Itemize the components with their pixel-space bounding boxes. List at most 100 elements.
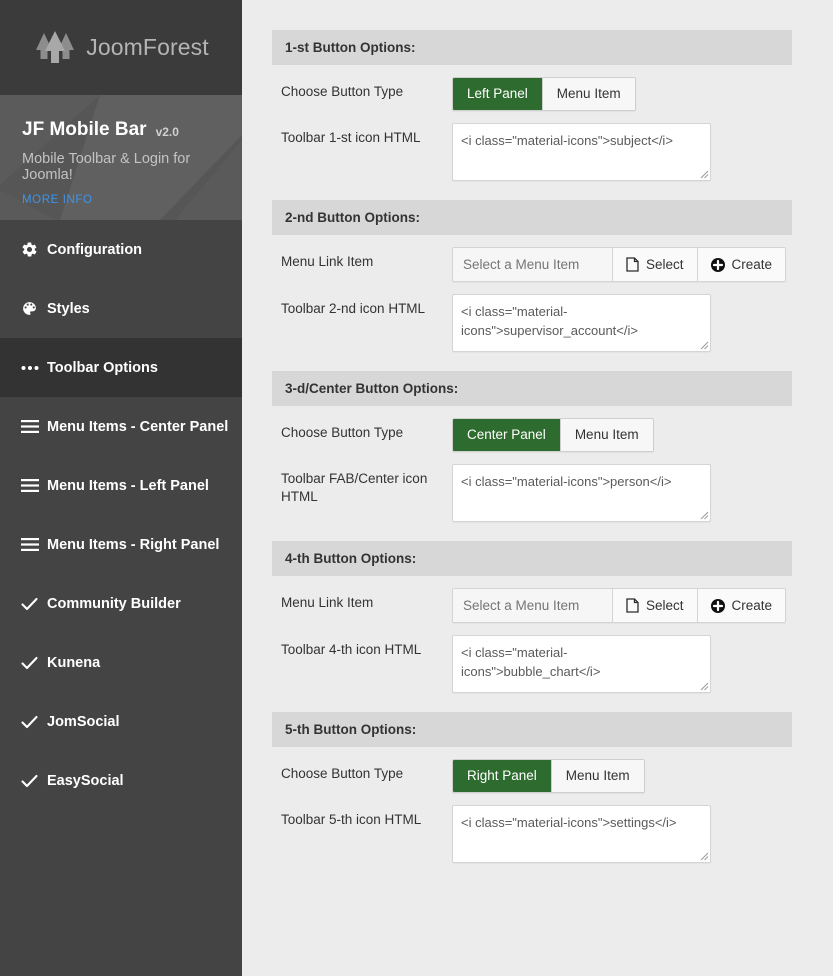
sidebar-item-menu-items-center-panel[interactable]: Menu Items - Center Panel xyxy=(0,397,242,456)
select-button-label: Select xyxy=(646,597,684,614)
create-button-label: Create xyxy=(732,256,773,273)
promo-banner: JF Mobile Bar v2.0 Mobile Toolbar & Login… xyxy=(0,95,242,220)
field-icon-html: Toolbar 1-st icon HTML xyxy=(272,123,792,186)
create-menu-item-button[interactable]: Create xyxy=(698,248,786,281)
field-label: Menu Link Item xyxy=(272,247,452,271)
sidebar-item-label: Styles xyxy=(47,301,90,317)
button-type-option-panel[interactable]: Left Panel xyxy=(453,78,543,110)
sidebar-item-label: EasySocial xyxy=(47,773,124,789)
icon-html-textarea[interactable] xyxy=(452,123,711,181)
section-header: 2-nd Button Options: xyxy=(272,200,792,235)
select-menu-item-button[interactable]: Select xyxy=(613,248,698,281)
icon-html-textarea[interactable] xyxy=(452,635,711,693)
sidebar-item-menu-items-right-panel[interactable]: Menu Items - Right Panel xyxy=(0,515,242,574)
icon-html-textarea[interactable] xyxy=(452,294,711,352)
section-header: 4-th Button Options: xyxy=(272,541,792,576)
field-menu-link-item: Menu Link Item Select Create xyxy=(272,247,792,282)
create-button-label: Create xyxy=(732,597,773,614)
section-header: 5-th Button Options: xyxy=(272,712,792,747)
field-choose-button-type: Choose Button Type Left Panel Menu Item xyxy=(272,77,792,111)
promo-title: JF Mobile Bar xyxy=(22,119,147,141)
section-2nd-button-options: 2-nd Button Options: Menu Link Item Sele… xyxy=(272,200,792,371)
brand-bar: JoomForest xyxy=(0,0,242,95)
field-label: Toolbar 2-nd icon HTML xyxy=(272,294,452,318)
sidebar-item-label: Community Builder xyxy=(47,596,181,612)
field-label: Choose Button Type xyxy=(272,418,452,442)
field-icon-html: Toolbar 5-th icon HTML xyxy=(272,805,792,868)
section-3d-center-button-options: 3-d/Center Button Options: Choose Button… xyxy=(272,371,792,541)
section-4th-button-options: 4-th Button Options: Menu Link Item Sele… xyxy=(272,541,792,712)
field-label: Menu Link Item xyxy=(272,588,452,612)
check-icon xyxy=(21,597,47,611)
sidebar-item-kunena[interactable]: Kunena xyxy=(0,633,242,692)
sidebar-item-label: Toolbar Options xyxy=(47,360,158,376)
sidebar: JoomForest JF Mobile Bar v2.0 Mobile Tool… xyxy=(0,0,242,976)
create-menu-item-button[interactable]: Create xyxy=(698,589,786,622)
button-type-toggle-group: Center Panel Menu Item xyxy=(452,418,654,452)
promo-version: v2.0 xyxy=(156,125,179,139)
ellipsis-icon xyxy=(21,365,47,371)
hamburger-icon xyxy=(21,479,47,492)
section-5th-button-options: 5-th Button Options: Choose Button Type … xyxy=(272,712,792,882)
field-choose-button-type: Choose Button Type Right Panel Menu Item xyxy=(272,759,792,793)
sidebar-item-configuration[interactable]: Configuration xyxy=(0,220,242,279)
sidebar-nav: Configuration Styles Toolbar Options Men… xyxy=(0,220,242,810)
field-label: Toolbar 1-st icon HTML xyxy=(272,123,452,147)
check-icon xyxy=(21,774,47,788)
sidebar-item-menu-items-left-panel[interactable]: Menu Items - Left Panel xyxy=(0,456,242,515)
select-menu-item-button[interactable]: Select xyxy=(613,589,698,622)
sidebar-item-label: Menu Items - Right Panel xyxy=(47,537,219,553)
icon-html-textarea[interactable] xyxy=(452,805,711,863)
sidebar-item-label: Menu Items - Center Panel xyxy=(47,419,228,435)
hamburger-icon xyxy=(21,420,47,433)
field-icon-html: Toolbar 4-th icon HTML xyxy=(272,635,792,698)
plus-circle-icon xyxy=(711,599,725,613)
document-icon xyxy=(626,598,639,613)
field-label: Toolbar 4-th icon HTML xyxy=(272,635,452,659)
toolbar-options-panel: 1-st Button Options: Choose Button Type … xyxy=(242,0,833,976)
document-icon xyxy=(626,257,639,272)
sidebar-item-toolbar-options[interactable]: Toolbar Options xyxy=(0,338,242,397)
app-root: JoomForest JF Mobile Bar v2.0 Mobile Tool… xyxy=(0,0,833,976)
menu-item-input[interactable] xyxy=(453,589,613,622)
hamburger-icon xyxy=(21,538,47,551)
section-header: 1-st Button Options: xyxy=(272,30,792,65)
field-menu-link-item: Menu Link Item Select Create xyxy=(272,588,792,623)
field-label: Choose Button Type xyxy=(272,759,452,783)
field-label: Choose Button Type xyxy=(272,77,452,101)
field-icon-html: Toolbar FAB/Center icon HTML xyxy=(272,464,792,527)
sidebar-item-community-builder[interactable]: Community Builder xyxy=(0,574,242,633)
button-type-option-menu-item[interactable]: Menu Item xyxy=(543,78,635,110)
menu-item-input[interactable] xyxy=(453,248,613,281)
check-icon xyxy=(21,656,47,670)
button-type-option-panel[interactable]: Right Panel xyxy=(453,760,552,792)
check-icon xyxy=(21,715,47,729)
section-1st-button-options: 1-st Button Options: Choose Button Type … xyxy=(272,30,792,200)
button-type-toggle-group: Left Panel Menu Item xyxy=(452,77,636,111)
section-header: 3-d/Center Button Options: xyxy=(272,371,792,406)
promo-subtitle: Mobile Toolbar & Login for Joomla! xyxy=(22,151,242,183)
button-type-option-panel[interactable]: Center Panel xyxy=(453,419,561,451)
field-label: Toolbar FAB/Center icon HTML xyxy=(272,464,452,506)
gear-icon xyxy=(21,241,47,258)
sidebar-item-jomsocial[interactable]: JomSocial xyxy=(0,692,242,751)
three-trees-logo-icon xyxy=(33,29,77,67)
sidebar-item-label: JomSocial xyxy=(47,714,120,730)
menu-link-input-group: Select Create xyxy=(452,588,786,623)
brand-name: JoomForest xyxy=(86,34,208,61)
sidebar-item-styles[interactable]: Styles xyxy=(0,279,242,338)
sidebar-item-label: Kunena xyxy=(47,655,100,671)
sidebar-item-label: Menu Items - Left Panel xyxy=(47,478,209,494)
sidebar-item-label: Configuration xyxy=(47,242,142,258)
field-choose-button-type: Choose Button Type Center Panel Menu Ite… xyxy=(272,418,792,452)
field-label: Toolbar 5-th icon HTML xyxy=(272,805,452,829)
icon-html-textarea[interactable] xyxy=(452,464,711,522)
more-info-link[interactable]: MORE INFO xyxy=(22,194,242,206)
button-type-option-menu-item[interactable]: Menu Item xyxy=(561,419,653,451)
menu-link-input-group: Select Create xyxy=(452,247,786,282)
field-icon-html: Toolbar 2-nd icon HTML xyxy=(272,294,792,357)
plus-circle-icon xyxy=(711,258,725,272)
palette-icon xyxy=(21,300,47,317)
sidebar-item-easysocial[interactable]: EasySocial xyxy=(0,751,242,810)
button-type-option-menu-item[interactable]: Menu Item xyxy=(552,760,644,792)
